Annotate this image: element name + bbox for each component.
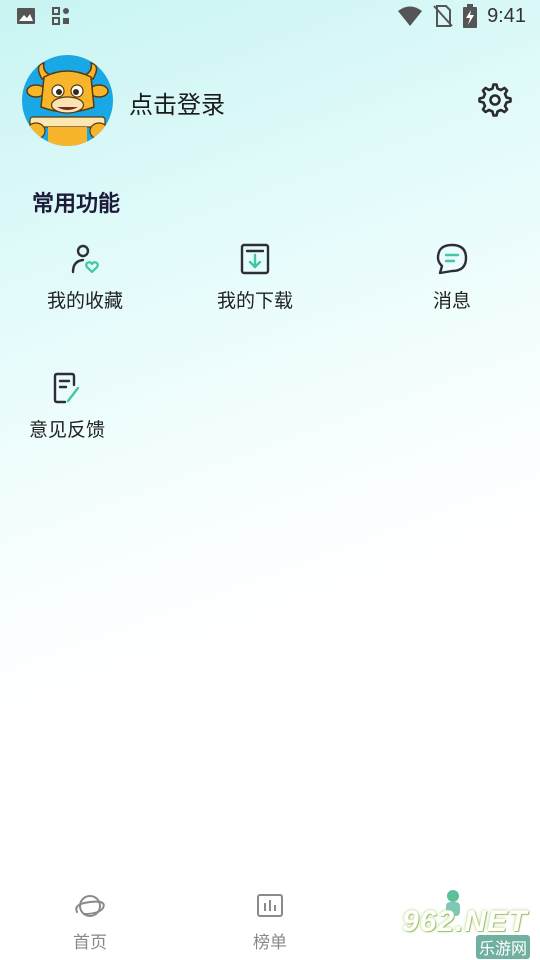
message-icon [436, 243, 468, 275]
tab-rank-label: 榜单 [253, 933, 287, 953]
tab-home[interactable]: 首页 [40, 890, 140, 953]
site-watermark: 962.NET 乐游网 [402, 890, 536, 959]
tab-home-label: 首页 [73, 933, 107, 953]
watermark-main: 962.NET [402, 905, 528, 938]
favorite-user-icon [71, 244, 99, 274]
login-label[interactable]: 点击登录 [129, 85, 225, 120]
feedback-entry[interactable]: 意见反馈 [0, 371, 137, 442]
feedback-label: 意见反馈 [28, 419, 105, 441]
bull-avatar-icon[interactable] [22, 55, 113, 146]
section-title: 常用功能 [32, 192, 121, 217]
no-sim-icon [433, 5, 453, 27]
downloads-label: 我的下载 [216, 290, 293, 312]
apps-icon [52, 7, 69, 25]
gear-icon[interactable] [478, 83, 512, 117]
download-icon [240, 243, 270, 275]
wifi-icon [398, 6, 423, 26]
image-icon [17, 8, 35, 24]
messages-entry[interactable]: 消息 [382, 242, 522, 313]
messages-label: 消息 [432, 290, 471, 312]
status-time: 9:41 [487, 4, 526, 27]
profile-header[interactable]: 点击登录 [22, 55, 522, 147]
status-bar: 9:41 [0, 0, 540, 36]
watermark-sub: 乐游网 [476, 935, 531, 959]
chart-icon [257, 894, 283, 917]
favorites-label: 我的收藏 [46, 290, 123, 312]
favorites-entry[interactable]: 我的收藏 [15, 242, 155, 313]
feedback-icon [53, 372, 80, 404]
planet-icon [75, 895, 105, 917]
downloads-entry[interactable]: 我的下载 [185, 242, 325, 313]
battery-charging-icon [463, 4, 478, 28]
tab-rank[interactable]: 榜单 [220, 890, 320, 953]
